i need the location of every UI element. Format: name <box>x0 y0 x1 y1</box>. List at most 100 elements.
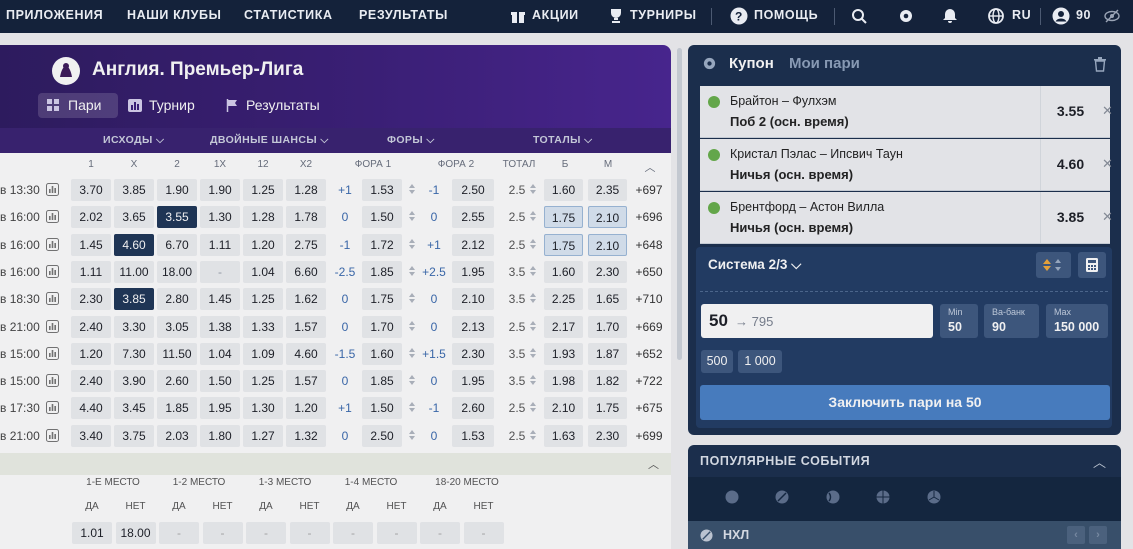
odds-cell-ox[interactable]: 7.30 <box>114 342 154 365</box>
trash-icon[interactable] <box>1093 56 1107 72</box>
odds-cell-o2[interactable]: 1.85 <box>157 397 197 420</box>
stats-icon[interactable] <box>46 319 59 333</box>
odds-cell-h1[interactable]: 1.50 <box>362 206 402 229</box>
odds-cell-h1[interactable]: 2.50 <box>362 424 402 447</box>
more-markets-link[interactable]: +696 <box>633 206 665 228</box>
odds-cell-h1[interactable]: 1.75 <box>362 288 402 311</box>
more-markets-link[interactable]: +710 <box>633 288 665 310</box>
odds-cell-h1[interactable]: 1.72 <box>362 233 402 256</box>
odds-cell-dx2[interactable]: 1.28 <box>286 179 326 201</box>
tab-results[interactable]: Результаты <box>226 93 320 118</box>
gear-icon[interactable] <box>702 56 717 71</box>
system-selector[interactable]: Система 2/3 ⌵ <box>708 257 801 273</box>
coupon-title[interactable]: Купон <box>729 55 774 72</box>
odds-cell-o1[interactable]: 2.40 <box>71 370 111 393</box>
odds-cell-d12[interactable]: 1.04 <box>243 260 283 283</box>
all-in-button[interactable]: Ва-банк 90 <box>984 304 1039 338</box>
language-selector[interactable]: RU <box>1012 0 1031 33</box>
place-odds-cell[interactable]: - <box>159 522 199 544</box>
place-bet-button[interactable]: Заключить пари на 50 <box>700 385 1110 420</box>
group-totals[interactable]: ТОТАЛЫ ⌵ <box>533 128 593 153</box>
odds-cell-o2[interactable]: 2.80 <box>157 288 197 311</box>
quick-stake-500[interactable]: 500 <box>701 350 733 373</box>
nav-results[interactable]: РЕЗУЛЬТАТЫ <box>359 0 448 33</box>
odds-cell-d1x[interactable]: 1.11 <box>200 233 240 256</box>
max-stake-button[interactable]: Max 150 000 <box>1046 304 1108 338</box>
stats-icon[interactable] <box>46 264 59 278</box>
odds-cell-over[interactable]: 1.98 <box>544 370 583 393</box>
odds-cell-dx2[interactable]: 1.62 <box>286 288 326 311</box>
spinner-icon[interactable] <box>409 184 415 194</box>
odds-cell-h1[interactable]: 1.85 <box>362 370 402 393</box>
spinner-icon[interactable] <box>530 265 536 276</box>
odds-cell-d12[interactable]: 1.09 <box>243 342 283 365</box>
odds-cell-ox[interactable]: 3.90 <box>114 370 154 393</box>
spinner-icon[interactable] <box>409 211 415 222</box>
spinner-icon[interactable] <box>409 265 415 276</box>
odds-cell-o1[interactable]: 3.40 <box>71 424 111 447</box>
hockey-icon[interactable] <box>775 490 789 504</box>
more-markets-link[interactable]: +675 <box>633 397 665 419</box>
min-stake-button[interactable]: Min 50 <box>940 304 978 338</box>
search-icon[interactable] <box>851 8 867 24</box>
stats-icon[interactable] <box>46 292 59 306</box>
odds-cell-dx2[interactable]: 4.60 <box>286 342 326 365</box>
odds-cell-h1[interactable]: 1.53 <box>362 179 402 201</box>
odds-cell-o2[interactable]: 3.55 <box>157 206 197 229</box>
odds-cell-over[interactable]: 2.25 <box>544 288 583 311</box>
collapse-icon[interactable]: ︿ <box>640 159 660 175</box>
stats-icon[interactable] <box>46 428 59 442</box>
spinner-icon[interactable] <box>409 347 415 358</box>
spinner-icon[interactable] <box>530 402 536 413</box>
place-odds-cell[interactable]: - <box>463 522 504 544</box>
odds-cell-o2[interactable]: 2.60 <box>157 370 197 393</box>
odds-cell-o1[interactable]: 1.20 <box>71 342 111 365</box>
odds-cell-h2[interactable]: 1.95 <box>452 370 494 393</box>
odds-cell-dx2[interactable]: 1.78 <box>286 206 326 229</box>
odds-cell-o2[interactable]: 11.50 <box>157 342 197 365</box>
odds-cell-d12[interactable]: 1.25 <box>243 370 283 393</box>
spinner-icon[interactable] <box>409 320 415 331</box>
odds-cell-under[interactable]: 1.87 <box>588 342 627 365</box>
odds-cell-d1x[interactable]: 1.50 <box>200 370 240 393</box>
collapse-icon[interactable]: ︿ <box>1093 452 1106 471</box>
nav-statistics[interactable]: СТАТИСТИКА <box>244 0 333 33</box>
collapse-icon[interactable]: ︿ <box>648 456 659 472</box>
odds-cell-h2[interactable]: 2.13 <box>452 315 494 338</box>
football-icon[interactable] <box>725 490 739 504</box>
odds-cell-o2[interactable]: 6.70 <box>157 233 197 256</box>
more-markets-link[interactable]: +652 <box>633 343 665 365</box>
odds-cell-o2[interactable]: 2.03 <box>157 424 197 447</box>
odds-cell-d1x[interactable]: 1.04 <box>200 342 240 365</box>
prev-arrow-icon[interactable]: ‹ <box>1067 526 1085 544</box>
tab-tournament[interactable]: Турнир <box>128 93 195 118</box>
odds-cell-h2[interactable]: 2.30 <box>452 342 494 365</box>
odds-cell-d12[interactable]: 1.20 <box>243 233 283 256</box>
odds-cell-h2[interactable]: 2.12 <box>452 233 494 256</box>
odds-cell-o1[interactable]: 4.40 <box>71 397 111 420</box>
odds-cell-ox[interactable]: 11.00 <box>114 260 154 283</box>
spinner-icon[interactable] <box>530 320 536 331</box>
odds-cell-h1[interactable]: 1.70 <box>362 315 402 338</box>
odds-cell-d1x[interactable]: 1.45 <box>200 288 240 311</box>
odds-cell-under[interactable]: 2.35 <box>588 179 627 201</box>
remove-bet-icon[interactable]: ✕ <box>1102 209 1113 225</box>
odds-cell-h2[interactable]: 1.95 <box>452 260 494 283</box>
odds-cell-ox[interactable]: 3.45 <box>114 397 154 420</box>
group-handicap[interactable]: ФОРЫ ⌵ <box>387 128 435 153</box>
odds-cell-over[interactable]: 1.63 <box>544 424 583 447</box>
nav-apps[interactable]: ПРИЛОЖЕНИЯ <box>6 0 103 33</box>
odds-cell-ox[interactable]: 3.75 <box>114 424 154 447</box>
nav-promos[interactable]: АКЦИИ <box>532 0 579 33</box>
odds-cell-d12[interactable]: 1.25 <box>243 179 283 201</box>
stats-icon[interactable] <box>46 237 59 251</box>
odds-cell-ox[interactable]: 3.65 <box>114 206 154 229</box>
spinner-icon[interactable] <box>409 402 415 413</box>
odds-cell-under[interactable]: 2.10 <box>588 233 627 256</box>
odds-cell-h1[interactable]: 1.50 <box>362 397 402 420</box>
spinner-icon[interactable] <box>409 375 415 386</box>
more-markets-link[interactable]: +650 <box>633 261 665 283</box>
odds-cell-d12[interactable]: 1.25 <box>243 288 283 311</box>
odds-cell-o2[interactable]: 18.00 <box>157 260 197 283</box>
spinner-icon[interactable] <box>409 293 415 304</box>
